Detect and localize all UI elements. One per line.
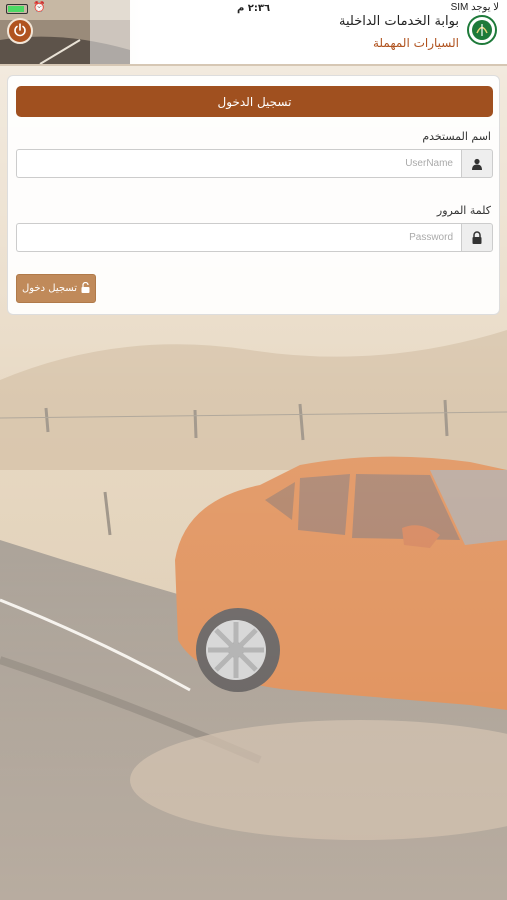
username-input[interactable]	[16, 149, 461, 178]
power-button[interactable]	[7, 18, 33, 44]
user-icon	[461, 149, 493, 178]
login-card: تسجيل الدخول اسم المستخدم كلمة المرور	[7, 75, 500, 315]
password-label: كلمة المرور	[436, 204, 491, 217]
status-bar: ⏰ ٢:٣٦ م SIM لا يوجد	[0, 0, 507, 18]
unlock-icon	[81, 281, 90, 296]
app-subtitle: السيارات المهملة	[372, 36, 459, 50]
password-group	[16, 223, 493, 252]
username-label: اسم المستخدم	[422, 130, 491, 143]
username-group	[16, 149, 493, 178]
header-divider	[0, 64, 507, 66]
login-heading: تسجيل الدخول	[16, 86, 493, 117]
status-time: ٢:٣٦ م	[236, 3, 271, 14]
login-button-label: تسجيل دخول	[22, 283, 77, 294]
login-button[interactable]: تسجيل دخول	[16, 274, 96, 303]
lock-icon	[461, 223, 493, 252]
power-icon	[13, 22, 27, 41]
status-carrier: SIM لا يوجد	[450, 2, 499, 13]
password-input[interactable]	[16, 223, 461, 252]
